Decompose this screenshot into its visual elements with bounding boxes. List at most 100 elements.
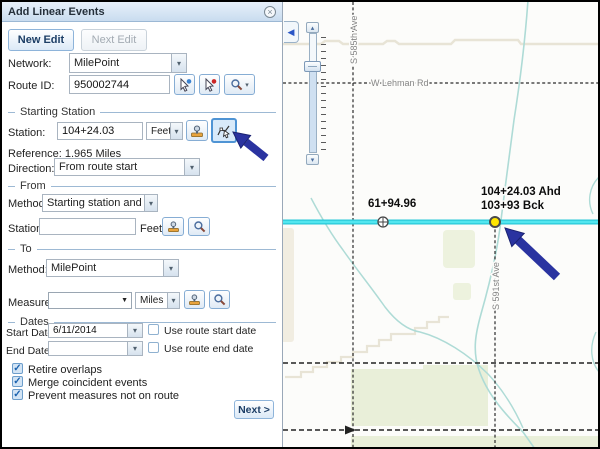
chevron-down-icon[interactable]: ▾ <box>171 54 186 72</box>
start-date-input[interactable] <box>48 323 128 338</box>
use-route-end-date-label: Use route end date <box>164 343 253 355</box>
zoom-slider-upper <box>310 34 316 63</box>
road-label: W Lehman Rd <box>371 78 429 88</box>
station-locator-icon <box>190 124 204 138</box>
stream-line <box>592 332 598 372</box>
zoom-in-button[interactable]: ▴ <box>306 22 319 33</box>
chevron-down-icon[interactable]: ▾ <box>163 260 178 276</box>
end-date-input[interactable] <box>48 341 128 356</box>
section-starting-station: Starting Station <box>8 106 276 118</box>
section-label: To <box>20 243 32 255</box>
road-line <box>283 40 598 44</box>
station-input[interactable] <box>57 122 143 140</box>
station-label: 103+93 Bck <box>481 200 545 212</box>
from-station-measure-button[interactable] <box>162 217 184 236</box>
new-edit-button[interactable]: New Edit <box>8 29 74 51</box>
from-station-input[interactable] <box>39 218 136 235</box>
station-locator-icon <box>167 220 180 233</box>
section-to: To <box>8 243 276 255</box>
to-method-select[interactable]: MilePoint ▾ <box>46 259 179 277</box>
end-date-picker[interactable]: ▾ <box>128 341 143 356</box>
field-polygon <box>443 230 475 268</box>
search-icon <box>230 78 243 91</box>
network-label: Network: <box>8 58 51 70</box>
from-units-label: Feet <box>140 223 162 235</box>
close-icon[interactable]: × <box>264 6 276 18</box>
check-icon: ✓ <box>13 377 22 387</box>
measure-value <box>49 293 118 308</box>
map-graphics: W Lehman Rd S 585th Ave S 591st Ave 61+9… <box>283 2 598 447</box>
use-route-start-date-checkbox[interactable]: ✓ <box>148 324 159 335</box>
next-edit-button[interactable]: Next Edit <box>81 29 147 51</box>
chevron-down-icon[interactable]: ▾ <box>128 324 142 337</box>
measure-units-value: Miles <box>136 293 167 308</box>
network-value: MilePoint <box>70 54 171 72</box>
measure-from-map-button[interactable] <box>184 290 205 309</box>
station-units-select[interactable]: Feet ▾ <box>146 122 183 140</box>
measure-units-select[interactable]: Miles ▾ <box>135 292 180 309</box>
use-route-end-date-checkbox[interactable]: ✓ <box>148 342 159 353</box>
pick-station-on-map-button[interactable] <box>211 118 237 143</box>
station-from-measure-button[interactable] <box>186 120 208 141</box>
next-button[interactable]: Next > <box>234 400 274 419</box>
chevron-down-icon: ▾ <box>245 81 249 89</box>
chevron-down-icon[interactable]: ▾ <box>144 195 157 211</box>
chevron-down-icon[interactable]: ▾ <box>128 342 142 355</box>
chevron-down-icon[interactable]: ▾ <box>184 159 199 175</box>
field-polygon <box>453 283 471 300</box>
field-polygon <box>351 436 598 447</box>
zoom-slider-ticks <box>321 37 326 151</box>
pick-on-map-icon <box>216 123 232 139</box>
merge-coincident-checkbox[interactable]: ✓ <box>12 376 23 387</box>
zoom-slider-handle[interactable] <box>304 61 321 72</box>
retire-overlaps-checkbox[interactable]: ✓ <box>12 363 23 374</box>
direction-value: From route start <box>55 159 184 175</box>
stream-line <box>590 177 598 214</box>
direction-select[interactable]: From route start ▾ <box>54 158 200 176</box>
network-select[interactable]: MilePoint ▾ <box>69 53 187 73</box>
route-search-menu-button[interactable]: ▾ <box>224 74 255 95</box>
road-label-vertical: S 591st Ave <box>491 262 501 310</box>
from-method-select[interactable]: Starting station and offset ▾ <box>42 194 158 212</box>
station-label: Station: <box>8 127 45 139</box>
chevron-down-icon[interactable]: ▾ <box>167 293 179 308</box>
section-label: From <box>20 180 46 192</box>
chevron-down-icon[interactable]: ▼ <box>118 293 131 308</box>
check-icon: ✓ <box>13 364 22 374</box>
field-polygon <box>351 365 488 426</box>
to-method-value: MilePoint <box>47 260 163 276</box>
measure-search-button[interactable] <box>209 290 230 309</box>
direction-label: Direction: <box>8 163 54 175</box>
merge-coincident-label: Merge coincident events <box>28 377 147 389</box>
route-id-label: Route ID: <box>8 80 54 92</box>
prevent-measures-label: Prevent measures not on route <box>28 390 179 402</box>
measure-combo[interactable]: ▼ <box>48 292 132 309</box>
land-patch <box>283 228 294 342</box>
add-linear-events-panel: Add Linear Events × New Edit Next Edit N… <box>2 2 283 447</box>
search-icon <box>193 220 206 233</box>
section-label: Starting Station <box>20 106 95 118</box>
to-method-label: Method: <box>8 264 48 276</box>
collapse-panel-button[interactable]: ◀ <box>284 21 299 43</box>
use-route-start-date-label: Use route start date <box>164 325 256 337</box>
route-id-input[interactable] <box>69 75 170 94</box>
measure-label: Measure: <box>8 297 54 309</box>
end-date-label: End Date: <box>6 345 53 357</box>
reference-point-marker <box>378 217 388 227</box>
start-date-picker[interactable]: ▾ <box>128 323 143 338</box>
chevron-down-icon[interactable]: ▾ <box>170 123 182 139</box>
select-route-icon <box>178 78 192 92</box>
section-from: From <box>8 180 276 192</box>
select-route-button[interactable] <box>174 74 195 95</box>
check-icon: ✓ <box>13 390 22 400</box>
from-method-value: Starting station and offset <box>43 195 144 211</box>
station-label: 104+24.03 Ahd <box>481 186 561 198</box>
app-window: Add Linear Events × New Edit Next Edit N… <box>0 0 600 449</box>
road-label-vertical: S 585th Ave <box>349 16 359 64</box>
station-units-value: Feet <box>147 123 170 139</box>
zoom-out-button[interactable]: ▾ <box>306 154 319 165</box>
map-canvas[interactable]: W Lehman Rd S 585th Ave S 591st Ave 61+9… <box>283 2 598 447</box>
from-station-search-button[interactable] <box>188 217 210 236</box>
prevent-measures-checkbox[interactable]: ✓ <box>12 389 23 400</box>
clear-route-selection-button[interactable] <box>199 74 220 95</box>
